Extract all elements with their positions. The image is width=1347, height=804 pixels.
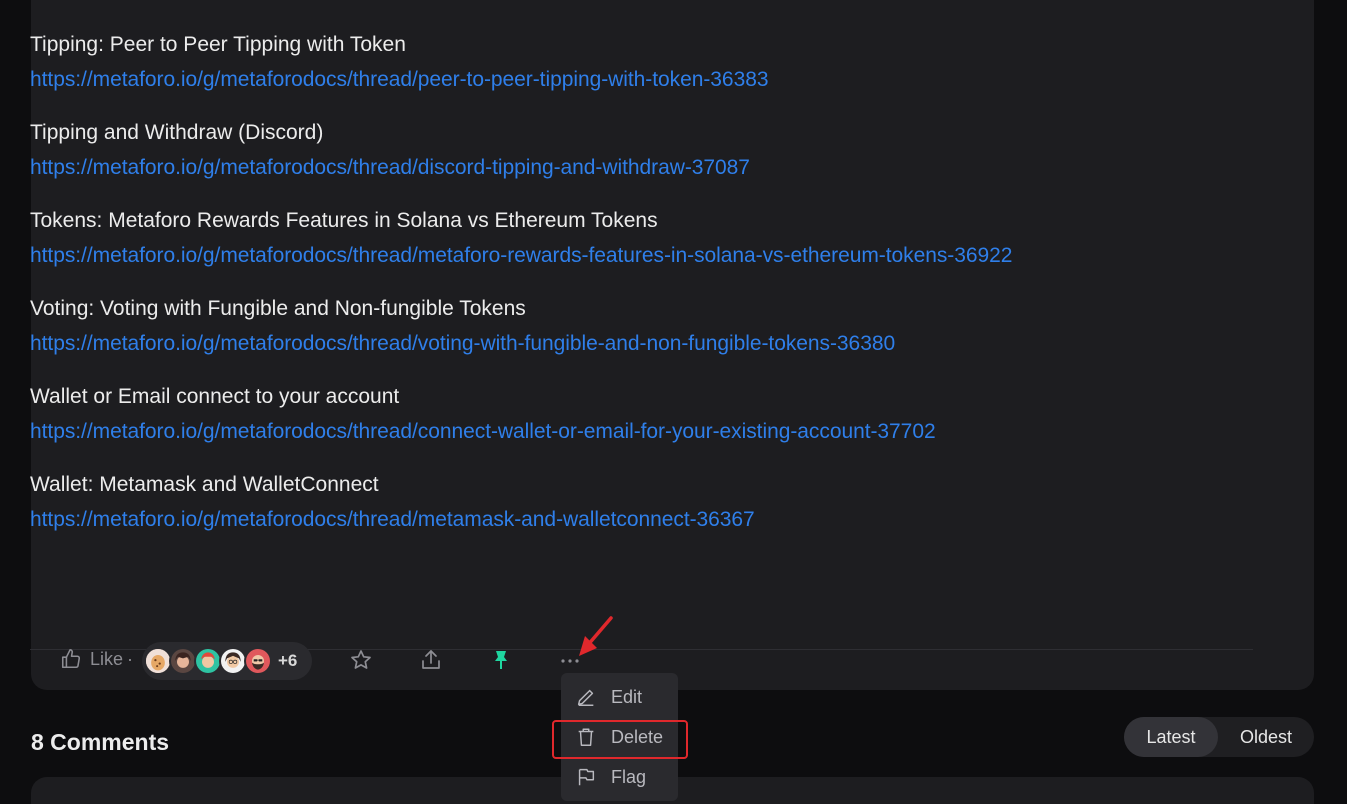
sort-toggle: Latest Oldest <box>1124 717 1314 757</box>
entry-title: Wallet: Metamask and WalletConnect <box>30 473 379 496</box>
entry-0: Tipping: Peer to Peer Tipping with Token… <box>30 32 1250 93</box>
avatars-extra-count: +6 <box>278 651 298 670</box>
share-icon <box>419 648 443 672</box>
entry-link[interactable]: https://metaforo.io/g/metaforodocs/threa… <box>30 419 1250 445</box>
menu-delete[interactable]: Delete <box>561 717 678 757</box>
pencil-icon <box>575 686 597 708</box>
entry-title: Voting: Voting with Fungible and Non-fun… <box>30 297 526 320</box>
entry-5: Wallet: Metamask and WalletConnect https… <box>30 472 1250 533</box>
avatar <box>219 647 247 675</box>
entry-link[interactable]: https://metaforo.io/g/metaforodocs/threa… <box>30 155 1250 181</box>
share-button[interactable] <box>419 648 443 672</box>
favorite-button[interactable] <box>349 648 373 672</box>
like-separator: · <box>127 648 134 669</box>
entry-4: Wallet or Email connect to your account … <box>30 384 1250 445</box>
avatar <box>144 647 172 675</box>
avatar <box>169 647 197 675</box>
annotation-arrow-icon <box>575 612 620 662</box>
like-label: Like <box>90 648 124 669</box>
like-button[interactable]: Like · <box>60 648 133 670</box>
entry-link[interactable]: https://metaforo.io/g/metaforodocs/threa… <box>30 67 1250 93</box>
menu-flag-label: Flag <box>611 766 647 787</box>
thumbs-up-icon <box>60 648 82 670</box>
entry-title: Tipping: Peer to Peer Tipping with Token <box>30 33 406 56</box>
entry-title: Wallet or Email connect to your account <box>30 385 400 408</box>
pin-icon <box>489 648 513 672</box>
likers-avatars[interactable]: +6 <box>142 642 312 680</box>
entry-link[interactable]: https://metaforo.io/g/metaforodocs/threa… <box>30 507 1250 533</box>
sort-oldest-button[interactable]: Oldest <box>1218 717 1314 757</box>
sort-latest-button[interactable]: Latest <box>1124 717 1218 757</box>
trash-icon <box>575 726 597 748</box>
more-menu: Edit Delete Flag <box>561 673 678 801</box>
flag-icon <box>575 766 597 788</box>
post-body: Tipping: Peer to Peer Tipping with Token… <box>30 32 1250 560</box>
menu-flag[interactable]: Flag <box>561 757 678 797</box>
avatar <box>244 647 272 675</box>
menu-delete-label: Delete <box>611 726 664 747</box>
entry-2: Tokens: Metaforo Rewards Features in Sol… <box>30 208 1250 269</box>
menu-edit-label: Edit <box>611 686 643 707</box>
entry-link[interactable]: https://metaforo.io/g/metaforodocs/threa… <box>30 331 1250 357</box>
entry-title: Tokens: Metaforo Rewards Features in Sol… <box>30 209 658 232</box>
star-icon <box>349 648 373 672</box>
comments-title: 8 Comments <box>31 729 170 755</box>
entry-3: Voting: Voting with Fungible and Non-fun… <box>30 296 1250 357</box>
menu-edit[interactable]: Edit <box>561 677 678 717</box>
entry-title: Tipping and Withdraw (Discord) <box>30 121 324 144</box>
pin-button[interactable] <box>489 648 513 672</box>
entry-1: Tipping and Withdraw (Discord) https://m… <box>30 120 1250 181</box>
entry-link[interactable]: https://metaforo.io/g/metaforodocs/threa… <box>30 243 1250 269</box>
avatar <box>194 647 222 675</box>
